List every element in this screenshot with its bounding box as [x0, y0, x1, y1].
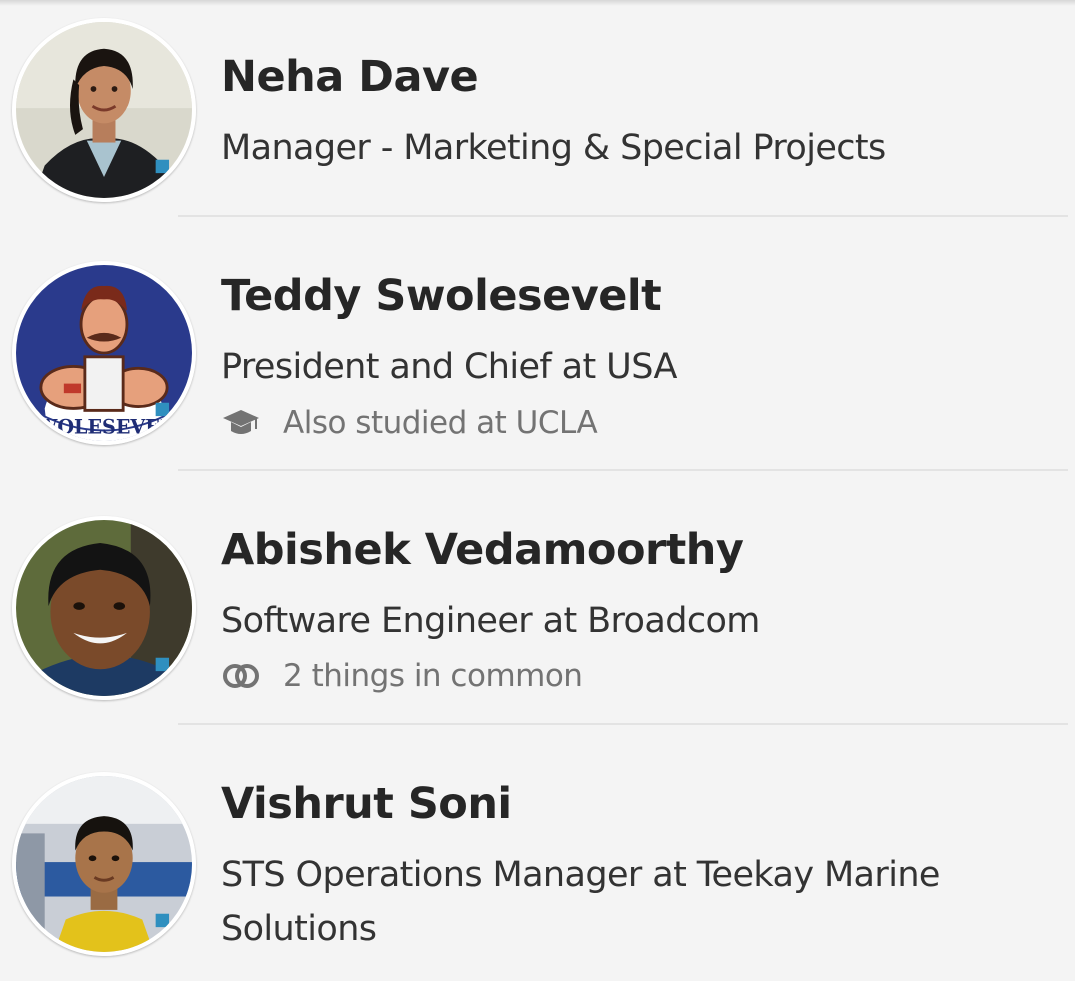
person-name[interactable]: Teddy Swolesevelt — [221, 271, 662, 321]
avatar-logo-text: SWOLESEVELT — [22, 415, 187, 438]
person-headline: STS Operations Manager at Teekay Marine … — [221, 855, 940, 949]
people-list: Neha Dave Manager - Marketing & Special … — [0, 0, 1075, 981]
person-name[interactable]: Abishek Vedamoorthy — [221, 525, 744, 575]
cartoon-logo-image: SWOLESEVELT — [16, 265, 192, 441]
avatar[interactable]: SWOLESEVELT — [12, 261, 196, 445]
common-connections-info: 2 things in common — [221, 656, 583, 696]
person-name[interactable]: Neha Dave — [221, 52, 479, 102]
person-headline: President and Chief at USA — [221, 347, 677, 387]
avatar[interactable] — [12, 18, 196, 202]
avatar[interactable] — [12, 772, 196, 956]
profile-photo — [16, 776, 192, 952]
shared-school-info: Also studied at UCLA — [221, 403, 598, 443]
shared-school-text: Also studied at UCLA — [283, 405, 598, 441]
profile-photo — [16, 22, 192, 198]
graduation-cap-icon — [221, 403, 261, 443]
person-name[interactable]: Vishrut Soni — [221, 779, 512, 829]
person-headline: Software Engineer at Broadcom — [221, 601, 760, 641]
list-item[interactable]: Abishek Vedamoorthy Software Engineer at… — [0, 471, 1075, 725]
list-item[interactable]: Neha Dave Manager - Marketing & Special … — [0, 0, 1075, 217]
profile-photo — [16, 520, 192, 696]
list-item[interactable]: SWOLESEVELT Teddy Swolesevelt President … — [0, 217, 1075, 471]
connections-icon — [221, 656, 261, 696]
person-headline: Manager - Marketing & Special Projects — [221, 128, 886, 168]
avatar[interactable] — [12, 516, 196, 700]
common-things-text: 2 things in common — [283, 658, 583, 694]
list-item[interactable]: Vishrut Soni STS Operations Manager at T… — [0, 725, 1075, 981]
